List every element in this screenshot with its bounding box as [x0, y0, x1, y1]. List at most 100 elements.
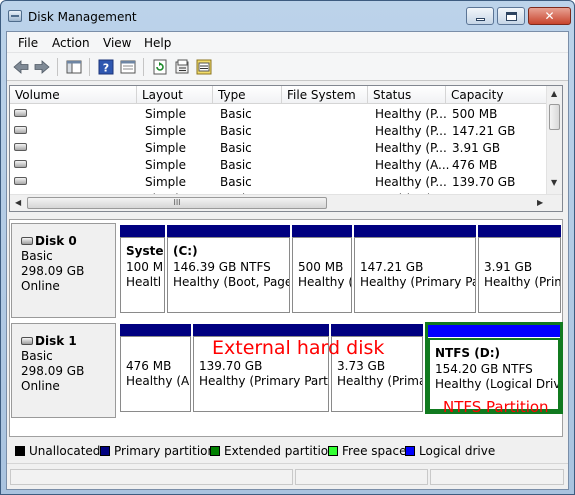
cell-status: Healthy (A... — [375, 158, 450, 172]
partition-name — [298, 244, 351, 260]
cell-type: Basic — [220, 141, 252, 155]
column-header-status[interactable]: Status — [368, 86, 446, 104]
disk-0-state: Online — [21, 279, 60, 293]
menu-action[interactable]: Action — [52, 36, 90, 50]
legend-swatch — [15, 446, 25, 456]
partition-status: Healthy (Primary Partiti — [199, 374, 329, 388]
table-row[interactable]: Simple Basic Healthy (A... 476 MB — [10, 156, 548, 173]
cell-layout: Simple — [145, 124, 186, 138]
cell-layout: Simple — [145, 141, 186, 155]
scroll-up-icon[interactable]: ▲ — [551, 89, 557, 98]
horizontal-scrollbar[interactable]: ◀ III ▶ — [10, 194, 562, 211]
legend-item: Extended partition — [210, 444, 336, 458]
partition-details: 3.91 GB Healthy (Prim — [478, 237, 561, 313]
cell-status: Healthy (P... — [375, 175, 447, 189]
partition-details: Syster100 MHealtl — [120, 237, 165, 313]
partition-size: 146.39 GB NTFS — [173, 259, 271, 274]
disk-0-name: Disk 0 — [35, 234, 77, 248]
title-bar[interactable]: Disk Management ✕ — [1, 1, 574, 31]
partition-type-bar — [292, 225, 352, 237]
legend-item: Unallocated — [15, 444, 100, 458]
ntfs-partition-annotation: NTFS Partition — [443, 398, 549, 416]
minimize-button[interactable] — [466, 7, 494, 25]
disk-management-window: Disk Management ✕ File Action View Help … — [0, 0, 575, 495]
disk-0-partition-3gb[interactable]: 3.91 GB Healthy (Prim — [478, 225, 561, 313]
partition-size: 100 M — [126, 259, 164, 274]
toolbar-separator — [143, 58, 144, 76]
scroll-right-icon[interactable]: ▶ — [537, 198, 543, 207]
column-header-type[interactable]: Type — [213, 86, 282, 104]
column-header-file-system[interactable]: File System — [282, 86, 368, 104]
partition-size: 3.73 GB — [337, 358, 386, 373]
table-row[interactable]: Simple Basic Healthy (P... 139.70 GB — [10, 173, 548, 190]
disk-0-partition-system[interactable]: Syster100 MHealtl — [120, 225, 165, 313]
legend-label: Primary partition — [114, 444, 216, 458]
menu-view[interactable]: View — [103, 36, 131, 50]
forward-arrow-icon[interactable] — [33, 58, 51, 76]
legend-label: Extended partition — [224, 444, 336, 458]
cell-capacity: 147.21 GB — [452, 124, 516, 138]
menu-file[interactable]: File — [18, 36, 38, 50]
partition-name — [126, 343, 190, 359]
cell-type: Basic — [220, 175, 252, 189]
partition-name — [484, 244, 560, 260]
close-button[interactable]: ✕ — [528, 7, 571, 25]
cell-status: Healthy (P... — [375, 141, 447, 155]
partition-type-bar — [428, 325, 560, 337]
menu-help[interactable]: Help — [144, 36, 171, 50]
properties-icon[interactable] — [173, 58, 191, 76]
show-hide-tree-icon[interactable] — [65, 58, 83, 76]
table-row[interactable]: Simple Basic Healthy (P... 147.21 GB — [10, 122, 548, 139]
vertical-scroll-thumb[interactable] — [549, 104, 560, 130]
table-row[interactable]: Simple Basic Healthy (P... 500 MB — [10, 105, 548, 122]
partition-status: Healthy ( — [298, 275, 352, 289]
volume-drive-icon — [14, 126, 27, 134]
legend-swatch — [210, 446, 220, 456]
disk-0-partition-147gb[interactable]: 147.21 GB Healthy (Primary Par — [354, 225, 476, 313]
disk-0-type: Basic — [21, 249, 53, 263]
column-header-volume[interactable]: Volume — [10, 86, 137, 104]
minimize-icon — [475, 17, 485, 21]
disk-0-partition-500mb[interactable]: 500 MB Healthy ( — [292, 225, 352, 313]
status-pane — [430, 469, 564, 485]
partition-status: Healthy (Prim — [484, 275, 561, 289]
client-area: File Action View Help ? Volume Layout Ty… — [6, 31, 569, 490]
partition-details: 147.21 GB Healthy (Primary Par — [354, 237, 476, 313]
disk-1-partition-476mb[interactable]: 476 MB Healthy (A — [120, 324, 191, 412]
disk-1-size: 298.09 GB — [21, 364, 85, 378]
legend-label: Free space — [342, 444, 407, 458]
disk-1-name: Disk 1 — [35, 334, 77, 348]
cell-capacity: 500 MB — [452, 107, 498, 121]
partition-type-bar — [331, 324, 423, 336]
horizontal-scroll-thumb[interactable]: III — [27, 197, 327, 209]
rescan-disks-icon[interactable] — [195, 58, 213, 76]
toolbar: ? — [7, 53, 568, 81]
partition-details: 476 MB Healthy (A — [120, 336, 191, 412]
help-icon[interactable]: ? — [97, 58, 115, 76]
refresh-icon[interactable] — [151, 58, 169, 76]
partition-type-bar — [120, 324, 191, 336]
volume-drive-icon — [14, 109, 27, 117]
back-arrow-icon[interactable] — [12, 58, 30, 76]
partition-type-bar — [478, 225, 561, 237]
maximize-button[interactable] — [497, 7, 525, 25]
disk-1-label[interactable]: Disk 1 Basic 298.09 GB Online — [11, 323, 116, 418]
partition-details: 500 MB Healthy ( — [292, 237, 352, 313]
console-icon[interactable] — [119, 58, 137, 76]
column-header-capacity[interactable]: Capacity — [446, 86, 548, 104]
column-header-layout[interactable]: Layout — [137, 86, 213, 104]
disk-0-partition-c[interactable]: (C:) 146.39 GB NTFS Healthy (Boot, Page — [167, 225, 290, 313]
cell-layout: Simple — [145, 107, 186, 121]
cell-layout: Simple — [145, 158, 186, 172]
scroll-down-icon[interactable]: ▼ — [551, 178, 557, 187]
partition-name: Syster — [126, 244, 164, 258]
vertical-scrollbar[interactable]: ▲ ▼ — [546, 86, 562, 195]
svg-text:?: ? — [103, 62, 109, 75]
table-row[interactable]: Simple Basic Healthy (P... 3.91 GB — [10, 139, 548, 156]
partition-status: Healthy (A — [126, 374, 190, 388]
scroll-left-icon[interactable]: ◀ — [15, 198, 21, 207]
volume-list: Volume Layout Type File System Status Ca… — [9, 85, 563, 212]
cell-capacity: 139.70 GB — [452, 175, 516, 189]
disk-0-label[interactable]: Disk 0 Basic 298.09 GB Online — [11, 223, 116, 318]
partition-details: (C:) 146.39 GB NTFS Healthy (Boot, Page — [167, 237, 290, 313]
